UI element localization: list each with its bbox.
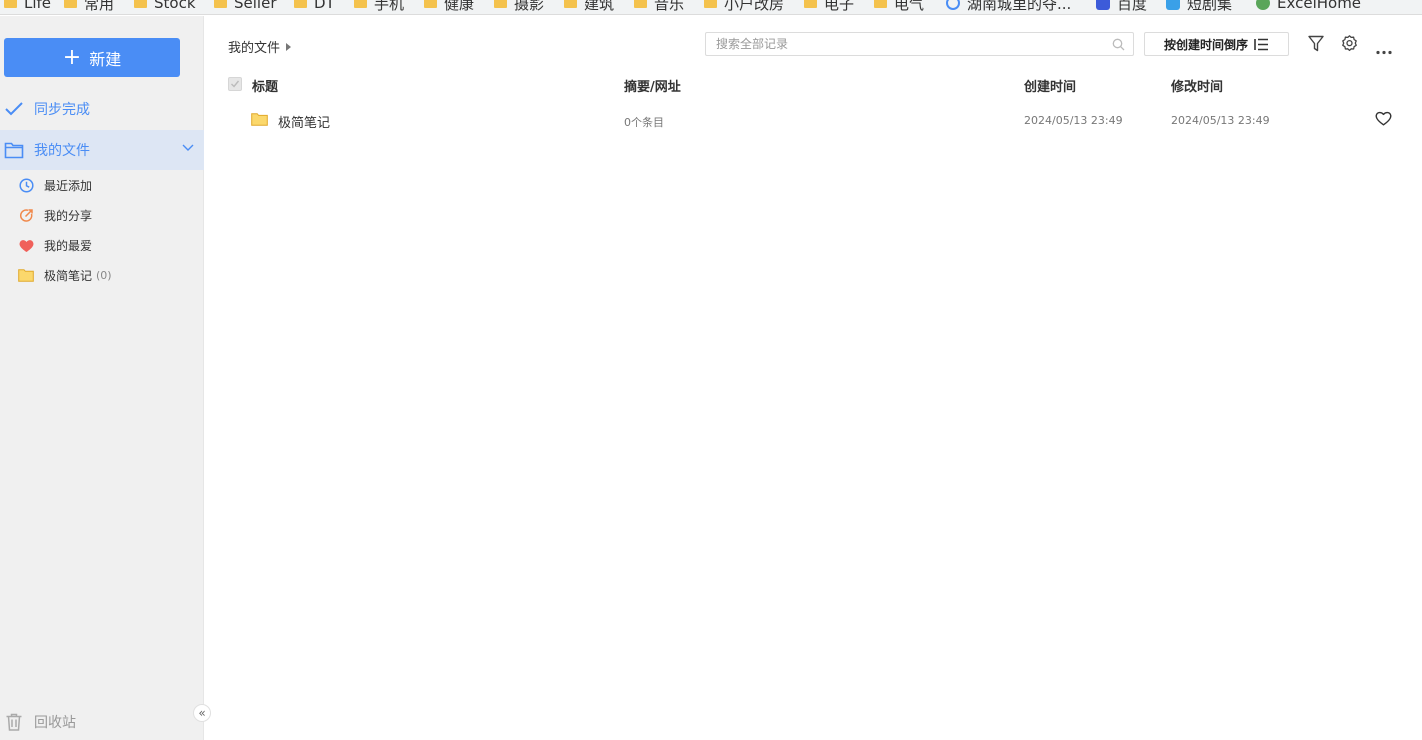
bookmark-hunan[interactable]: 湖南城里的夺... (946, 0, 1071, 13)
table-row[interactable]: 极简笔记 0个条目 2024/05/13 23:49 2024/05/13 23… (205, 106, 1422, 134)
column-header-title[interactable]: 标题 (252, 76, 278, 95)
favorite-heart-icon[interactable] (1375, 111, 1392, 126)
bookmark-stock[interactable]: Stock (134, 0, 196, 13)
sidebar-item-favorites[interactable]: 我的最爱 (18, 237, 92, 254)
folder-icon (704, 0, 717, 8)
bookmark-dt[interactable]: DT (294, 0, 335, 13)
sort-button[interactable]: 按创建时间倒序 (1144, 32, 1289, 56)
column-header-summary[interactable]: 摘要/网址 (624, 76, 681, 95)
excelhome-icon (1256, 0, 1270, 10)
folder-icon (804, 0, 817, 8)
bookmark-shortdrama[interactable]: 短剧集 (1166, 0, 1232, 13)
check-icon (231, 80, 240, 88)
filter-button[interactable] (1308, 35, 1324, 56)
sidebar-item-minimal-notes[interactable]: 极简笔记 (0) (18, 267, 112, 284)
folder-icon (874, 0, 887, 8)
row-title: 极简笔记 (278, 116, 331, 131)
more-button[interactable] (1376, 40, 1392, 59)
search-icon[interactable] (1112, 38, 1125, 51)
select-all-checkbox[interactable] (228, 77, 242, 91)
chevron-down-icon[interactable] (182, 144, 194, 152)
sort-desc-icon (1254, 38, 1268, 50)
folder-icon (18, 268, 34, 284)
new-button[interactable]: + 新建 (4, 38, 180, 77)
row-created-time: 2024/05/13 23:49 (1024, 114, 1123, 127)
folder-icon (4, 0, 17, 8)
check-icon (5, 102, 23, 116)
folder-icon (294, 0, 307, 8)
settings-button[interactable] (1341, 35, 1358, 56)
folder-icon (424, 0, 437, 8)
sidebar-item-recycle-bin[interactable]: 回收站 (4, 712, 76, 732)
bookmark-house[interactable]: 小户改房 (704, 0, 784, 13)
more-dots-icon (1376, 50, 1392, 55)
column-header-modified[interactable]: 修改时间 (1171, 76, 1223, 95)
folder-icon (354, 0, 367, 8)
folder-icon (64, 0, 77, 8)
folder-icon (251, 113, 268, 126)
folder-icon (634, 0, 647, 8)
filter-icon (1308, 35, 1324, 52)
bookmark-common[interactable]: 常用 (64, 0, 114, 13)
gear-icon (1342, 35, 1357, 52)
folder-icon (134, 0, 147, 8)
caret-right-icon (286, 42, 292, 51)
search-input[interactable] (706, 33, 1096, 55)
plus-icon: + (62, 44, 82, 70)
bookmark-excelhome[interactable]: ExcelHome (1256, 0, 1361, 13)
row-modified-time: 2024/05/13 23:49 (1171, 114, 1270, 127)
bookmark-seller[interactable]: Seller (214, 0, 276, 13)
search-box (705, 32, 1134, 56)
bookmark-health[interactable]: 健康 (424, 0, 474, 13)
bookmark-phone[interactable]: 手机 (354, 0, 404, 13)
bookmark-baidu[interactable]: 百度 (1096, 0, 1147, 13)
site-icon (946, 0, 960, 10)
trash-icon (6, 713, 22, 731)
folder-icon (214, 0, 227, 8)
row-summary: 0个条目 (624, 116, 664, 129)
sidebar-item-my-files[interactable]: 我的文件 (0, 130, 204, 170)
bookmark-architecture[interactable]: 建筑 (564, 0, 614, 13)
table-header: 标题 摘要/网址 创建时间 修改时间 (205, 74, 1422, 96)
sync-status: 同步完成 (4, 99, 90, 119)
folder-icon (494, 0, 507, 8)
bookmark-electrical[interactable]: 电气 (874, 0, 924, 13)
bookmark-photo[interactable]: 摄影 (494, 0, 544, 13)
bookmark-life[interactable]: Life (4, 0, 51, 13)
sidebar: + 新建 同步完成 我的文件 最近添加 我的分享 我的最爱 极简笔记 (0) 回… (0, 16, 211, 740)
sidebar-item-shared[interactable]: 我的分享 (18, 207, 92, 224)
column-header-created[interactable]: 创建时间 (1024, 76, 1076, 95)
folder-outline-icon (4, 142, 24, 159)
clock-icon (18, 178, 34, 194)
baidu-icon (1096, 0, 1110, 10)
main-panel: 我的文件 按创建时间倒序 标题 摘要/网址 创建时间 修改时间 极简笔记 0个条… (205, 16, 1422, 740)
bookmarks-bar: Life 常用 Stock Seller DT 手机 健康 摄影 建筑 音乐 小… (0, 0, 1422, 15)
heart-icon (18, 238, 34, 254)
bookmark-music[interactable]: 音乐 (634, 0, 684, 13)
site-icon (1166, 0, 1180, 10)
breadcrumb[interactable]: 我的文件 (228, 37, 292, 56)
share-icon (18, 208, 34, 224)
bookmark-electronics[interactable]: 电子 (804, 0, 854, 13)
sidebar-item-recent[interactable]: 最近添加 (18, 177, 92, 194)
folder-icon (564, 0, 577, 8)
